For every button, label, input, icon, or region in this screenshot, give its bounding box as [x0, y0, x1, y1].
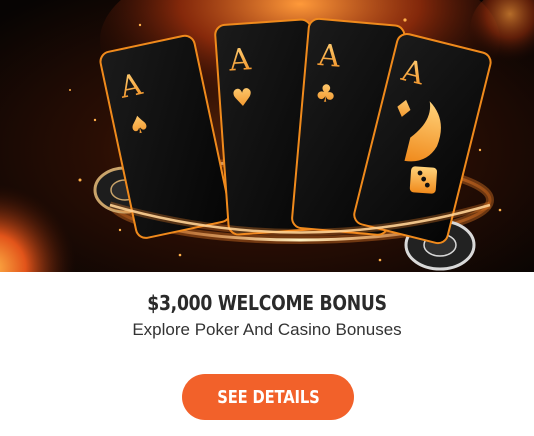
club-icon: ♣ [314, 79, 338, 109]
hero-image: A ♠ A ♥ A ♣ A ♦ [0, 0, 534, 272]
card-rank: A [227, 42, 252, 79]
hero-illustration: A ♠ A ♥ A ♣ A ♦ [0, 0, 534, 272]
promo-card: A ♠ A ♥ A ♣ A ♦ $3,000 WELCOME BONUS Exp… [0, 0, 534, 436]
heart-icon: ♥ [231, 83, 254, 112]
see-details-label: SEE DETAILS [216, 386, 320, 408]
promo-subtitle: Explore Poker And Casino Bonuses [132, 320, 402, 339]
promo-title: $3,000 WELCOME BONUS [147, 291, 387, 315]
card-rank: A [316, 38, 342, 75]
see-details-button[interactable]: SEE DETAILS [182, 374, 354, 420]
